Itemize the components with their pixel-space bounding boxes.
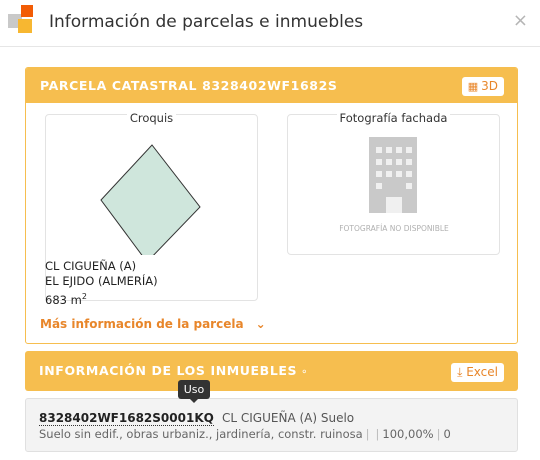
3d-button-label: 3D [481, 79, 498, 93]
parcela-panel: PARCELA CATASTRAL 8328402WF1682S ▦ 3D Cro… [25, 67, 518, 344]
inmuebles-panel: INFORMACIÓN DE LOS INMUEBLES ⚬ ⤓ Excel [25, 351, 518, 391]
inmueble-address: CL CIGUEÑA (A) Suelo [222, 411, 355, 425]
parcela-address: CL CIGUEÑA (A) EL EJIDO (ALMERÍA) 683 m2 [45, 259, 158, 308]
fotografia-box: Fotografía fachada FOTOGRAFÍA NO DISPONI… [287, 111, 500, 255]
dialog-header: Información de parcelas e inmuebles × [0, 0, 540, 47]
foto-unavailable-text: FOTOGRAFÍA NO DISPONIBLE [339, 224, 449, 233]
3d-button[interactable]: ▦ 3D [461, 77, 504, 96]
area-value: 683 m [45, 292, 82, 307]
inmueble-description: Suelo sin edif., obras urbaniz., jardine… [39, 427, 451, 441]
catastro-logo [8, 5, 36, 37]
inmuebles-title: INFORMACIÓN DE LOS INMUEBLES ⚬ [39, 363, 309, 378]
inmueble-year: 0 [443, 427, 451, 441]
excel-button[interactable]: ⤓ Excel [451, 363, 504, 382]
parcela-panel-header: PARCELA CATASTRAL 8328402WF1682S ▦ 3D [26, 68, 517, 103]
parcela-area: 683 m2 [45, 289, 158, 308]
parcel-sketch [100, 144, 201, 255]
inmuebles-panel-header: INFORMACIÓN DE LOS INMUEBLES ⚬ ⤓ Excel [25, 351, 518, 391]
chevron-down-icon: ⌄ [255, 317, 266, 331]
more-info-label: Más información de la parcela [40, 317, 244, 331]
area-unit-sup: 2 [81, 292, 87, 301]
inmuebles-title-text: INFORMACIÓN DE LOS INMUEBLES [39, 363, 298, 378]
parcela-title: PARCELA CATASTRAL 8328402WF1682S [40, 78, 338, 93]
parcel-polygon [100, 144, 201, 255]
inmueble-reference[interactable]: 8328402WF1682S0001KQ [39, 411, 214, 426]
address-line-2: EL EJIDO (ALMERÍA) [45, 274, 158, 288]
close-icon[interactable]: × [513, 10, 528, 32]
uso-tooltip: Uso [178, 380, 210, 403]
address-line-1: CL CIGUEÑA (A) [45, 259, 137, 273]
cubes-icon: ▦ [467, 80, 479, 93]
inmueble-row[interactable]: 8328402WF1682S0001KQ CL CIGUEÑA (A) Suel… [25, 398, 518, 452]
more-info-link[interactable]: Más información de la parcela ⌄ [40, 317, 266, 331]
inmueble-use: Suelo sin edif., obras urbaniz., jardine… [39, 427, 363, 441]
comment-icon[interactable]: ⚬ [300, 367, 309, 378]
inmueble-participation: 100,00% [382, 427, 434, 441]
download-icon: ⤓ [457, 365, 463, 379]
dialog-title: Información de parcelas e inmuebles [49, 12, 364, 32]
building-icon: FOTOGRAFÍA NO DISPONIBLE [339, 137, 449, 233]
excel-button-label: Excel [466, 365, 498, 379]
